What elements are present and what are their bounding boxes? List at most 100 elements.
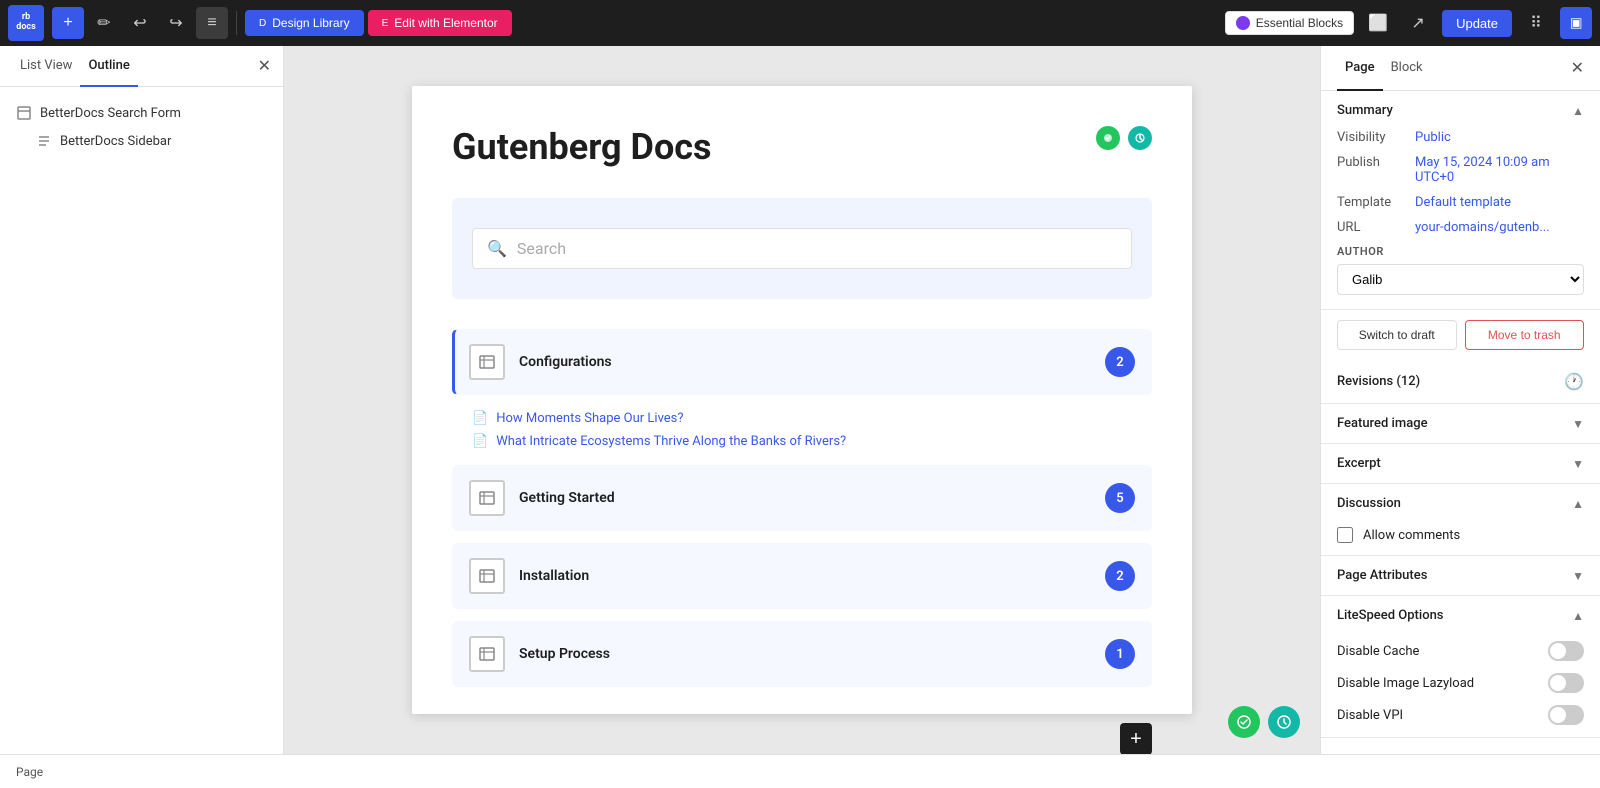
disable-cache-toggle[interactable] — [1548, 641, 1584, 661]
chevron-down-icon-excerpt: ▼ — [1572, 457, 1584, 471]
tab-block[interactable]: Block — [1383, 46, 1431, 91]
excerpt-row[interactable]: Excerpt ▼ — [1321, 444, 1600, 484]
left-panel-tabs: List View Outline ✕ — [0, 46, 283, 87]
edit-button[interactable]: ✏ — [88, 7, 120, 39]
category-item-installation[interactable]: Installation 2 — [452, 543, 1152, 609]
tab-outline[interactable]: Outline — [80, 46, 137, 87]
status-icon-teal — [1128, 126, 1152, 150]
litespeed-header[interactable]: LiteSpeed Options ▲ — [1321, 596, 1600, 635]
page-attributes-label: Page Attributes — [1337, 568, 1427, 583]
update-label: Update — [1456, 16, 1498, 31]
outline-item-sidebar[interactable]: BetterDocs Sidebar — [32, 127, 271, 155]
visibility-label: Visibility — [1337, 130, 1407, 145]
external-link-icon: ↗ — [1411, 13, 1424, 33]
disable-image-lazyload-row: Disable Image Lazyload — [1321, 667, 1600, 699]
allow-comments-row: Allow comments — [1321, 523, 1600, 555]
sub-doc-label-1: What Intricate Ecosystems Thrive Along t… — [496, 434, 846, 449]
page-attributes-row[interactable]: Page Attributes ▼ — [1321, 556, 1600, 596]
switch-to-draft-button[interactable]: Switch to draft — [1337, 320, 1457, 350]
litespeed-section: LiteSpeed Options ▲ Disable Cache Disabl… — [1321, 596, 1600, 738]
redo-button[interactable]: ↪ — [160, 7, 192, 39]
design-library-label: Design Library — [272, 16, 349, 30]
undo-button[interactable]: ↩ — [124, 7, 156, 39]
tab-list-view[interactable]: List View — [12, 46, 80, 87]
floating-icon-teal[interactable] — [1268, 706, 1300, 738]
view-mode-button[interactable]: ⬜ — [1362, 7, 1394, 39]
plus-icon: + — [63, 14, 72, 32]
category-item-configurations[interactable]: Configurations 2 — [452, 329, 1152, 395]
category-item-setup-process[interactable]: Setup Process 1 — [452, 621, 1152, 687]
edit-elementor-button[interactable]: E Edit with Elementor — [368, 10, 512, 36]
summary-label: Summary — [1337, 103, 1393, 118]
essential-blocks-button[interactable]: Essential Blocks — [1225, 11, 1354, 35]
category-icon — [469, 344, 505, 380]
move-to-trash-button[interactable]: Move to trash — [1465, 320, 1585, 350]
publish-value[interactable]: May 15, 2024 10:09 am UTC+0 — [1415, 155, 1584, 185]
revisions-row[interactable]: Revisions (12) 🕐 — [1321, 360, 1600, 404]
category-name-getting-started: Getting Started — [519, 490, 615, 506]
url-label: URL — [1337, 220, 1407, 235]
discussion-section: Discussion ▲ Allow comments — [1321, 484, 1600, 556]
preview-button[interactable]: ↗ — [1402, 7, 1434, 39]
search-block: 🔍 Search — [452, 198, 1152, 299]
redo-icon: ↪ — [169, 13, 182, 33]
url-row: URL your-domains/gutenb... — [1337, 220, 1584, 235]
sub-doc-item-1[interactable]: 📄 What Intricate Ecosystems Thrive Along… — [472, 430, 1152, 453]
settings-button[interactable]: ⠿ — [1520, 7, 1552, 39]
template-value[interactable]: Default template — [1415, 195, 1511, 210]
featured-image-row[interactable]: Featured image ▼ — [1321, 404, 1600, 444]
sub-doc-label-0: How Moments Shape Our Lives? — [496, 411, 683, 426]
eb-dot-icon — [1236, 16, 1250, 30]
block-tools-button[interactable]: ≡ — [196, 7, 228, 39]
desktop-icon: ⬜ — [1368, 13, 1388, 33]
sub-doc-item-0[interactable]: 📄 How Moments Shape Our Lives? — [472, 407, 1152, 430]
allow-comments-checkbox[interactable] — [1337, 527, 1353, 543]
category-name-setup-process: Setup Process — [519, 646, 610, 662]
add-block-button[interactable]: + — [52, 7, 84, 39]
category-icon — [469, 636, 505, 672]
category-badge-getting-started: 5 — [1105, 483, 1135, 513]
doc-icon-1: 📄 — [472, 434, 488, 449]
search-input-wrap[interactable]: 🔍 Search — [472, 228, 1132, 269]
add-content-button[interactable]: + — [1120, 723, 1152, 754]
separator — [236, 11, 237, 35]
category-item-getting-started[interactable]: Getting Started 5 — [452, 465, 1152, 531]
sidebar-toggle-button[interactable]: ▣ — [1560, 7, 1592, 39]
summary-section-header[interactable]: Summary ▲ — [1321, 91, 1600, 130]
template-label: Template — [1337, 195, 1407, 210]
dots-icon: ⠿ — [1530, 13, 1542, 33]
disable-vpi-label: Disable VPI — [1337, 708, 1403, 723]
undo-icon: ↩ — [133, 13, 146, 33]
design-library-button[interactable]: D Design Library — [245, 10, 364, 36]
move-trash-label: Move to trash — [1488, 328, 1561, 342]
disable-vpi-row: Disable VPI — [1321, 699, 1600, 737]
category-badge-setup-process: 1 — [1105, 639, 1135, 669]
disable-cache-row: Disable Cache — [1321, 635, 1600, 667]
left-panel-close-button[interactable]: ✕ — [258, 56, 271, 76]
left-panel: List View Outline ✕ BetterDocs Search Fo… — [0, 46, 284, 754]
menu-icon: ≡ — [207, 14, 216, 32]
discussion-header[interactable]: Discussion ▲ — [1321, 484, 1600, 523]
allow-comments-label: Allow comments — [1363, 528, 1460, 543]
outline-item-search[interactable]: BetterDocs Search Form — [12, 99, 271, 127]
floating-icon-green[interactable] — [1228, 706, 1260, 738]
page-icons-row — [1096, 126, 1152, 150]
tab-page[interactable]: Page — [1337, 46, 1383, 91]
url-value[interactable]: your-domains/gutenb... — [1415, 220, 1550, 235]
revisions-label: Revisions (12) — [1337, 374, 1420, 389]
right-panel-close-button[interactable]: ✕ — [1571, 58, 1584, 78]
elementor-icon: E — [382, 18, 389, 29]
visibility-row: Visibility Public — [1337, 130, 1584, 145]
left-panel-content: BetterDocs Search Form BetterDocs Sideba… — [0, 87, 283, 754]
main-layout: List View Outline ✕ BetterDocs Search Fo… — [0, 46, 1600, 754]
canvas-area: Gutenberg Docs 🔍 Search — [284, 46, 1320, 754]
essential-blocks-label: Essential Blocks — [1256, 16, 1343, 30]
author-select[interactable]: Galib — [1337, 264, 1584, 295]
clock-icon: 🕐 — [1564, 372, 1584, 391]
disable-image-lazyload-toggle[interactable] — [1548, 673, 1584, 693]
update-button[interactable]: Update — [1442, 10, 1512, 37]
switch-draft-label: Switch to draft — [1359, 328, 1435, 342]
disable-vpi-toggle[interactable] — [1548, 705, 1584, 725]
visibility-value[interactable]: Public — [1415, 130, 1451, 145]
publish-row: Publish May 15, 2024 10:09 am UTC+0 — [1337, 155, 1584, 185]
